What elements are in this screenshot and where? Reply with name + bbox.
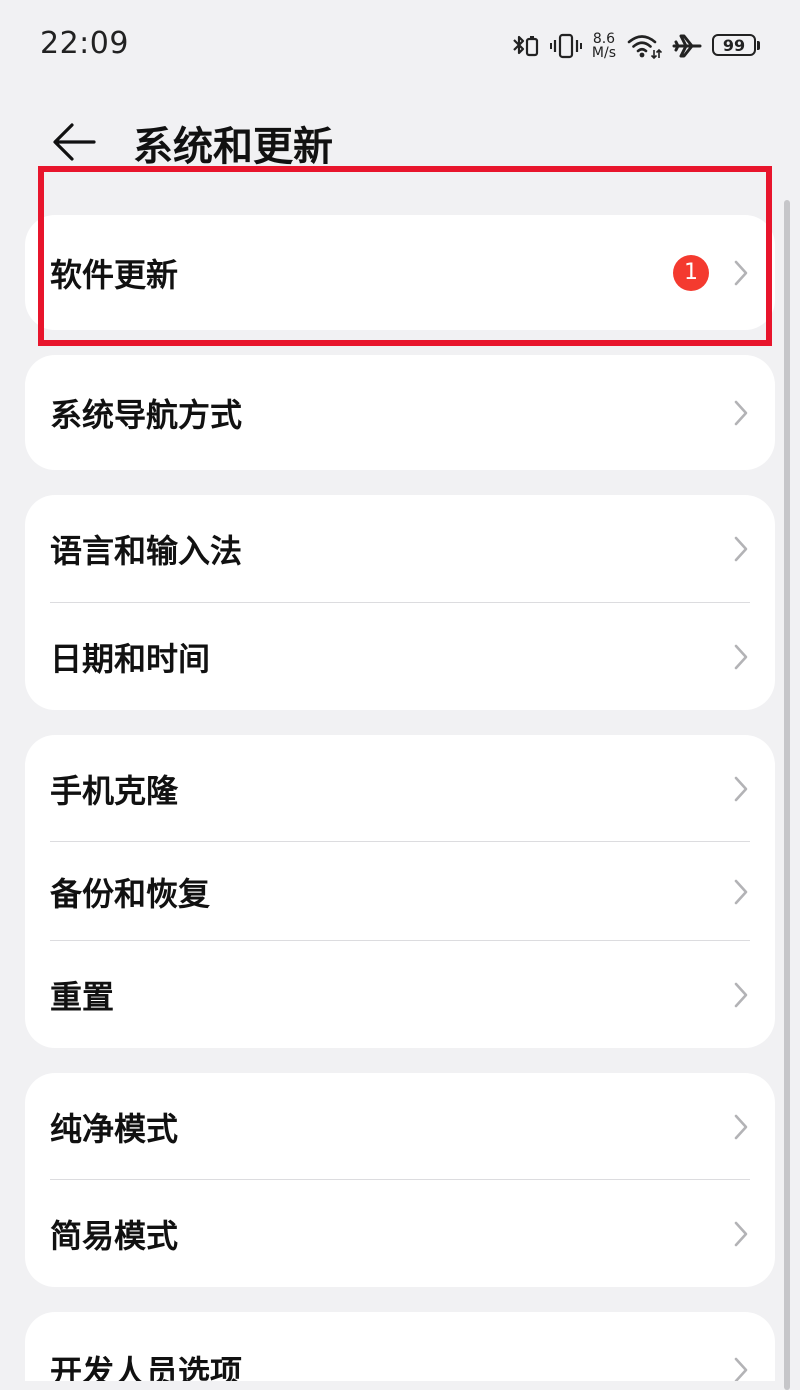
phone-clone-item[interactable]: 手机克隆 [25, 735, 775, 842]
settings-item-label: 纯净模式 [50, 1109, 179, 1148]
network-speed: 8.6 M/s [592, 32, 616, 60]
date-time-item[interactable]: 日期和时间 [25, 603, 775, 710]
settings-item-label: 手机克隆 [50, 771, 179, 810]
backup-restore-item[interactable]: 备份和恢复 [25, 842, 775, 941]
scrollbar[interactable] [784, 200, 790, 1390]
chevron-right-icon [734, 644, 748, 669]
back-arrow-icon[interactable] [50, 120, 98, 164]
chevron-right-icon [734, 1114, 748, 1139]
chevron-right-icon [734, 260, 748, 285]
chevron-right-icon [734, 879, 748, 904]
settings-group-developer: 开发人员选项 [25, 1312, 775, 1381]
settings-group-modes: 纯净模式 简易模式 [25, 1073, 775, 1287]
bluetooth-icon [510, 32, 540, 60]
chevron-right-icon [734, 982, 748, 1007]
battery-icon: 99 [712, 34, 760, 58]
settings-group-language-time: 语言和输入法 日期和时间 [25, 495, 775, 710]
developer-options-item[interactable]: 开发人员选项 [25, 1312, 775, 1381]
chevron-right-icon [734, 776, 748, 801]
airplane-icon [672, 32, 702, 60]
chevron-right-icon [734, 1357, 748, 1381]
settings-item-label: 简易模式 [50, 1216, 179, 1255]
settings-item-label: 软件更新 [50, 255, 179, 294]
settings-group-navigation: 系统导航方式 [25, 355, 775, 470]
settings-item-label: 备份和恢复 [50, 874, 211, 913]
page-title: 系统和更新 [133, 124, 333, 170]
settings-item-label: 开发人员选项 [50, 1352, 243, 1382]
chevron-right-icon [734, 536, 748, 562]
language-input-item[interactable]: 语言和输入法 [25, 495, 775, 603]
settings-item-label: 系统导航方式 [50, 395, 243, 434]
battery-level: 99 [712, 34, 756, 56]
settings-group-backup: 手机克隆 备份和恢复 重置 [25, 735, 775, 1048]
reset-item[interactable]: 重置 [25, 941, 775, 1048]
settings-item-label: 日期和时间 [50, 639, 211, 678]
status-time: 22:09 [40, 26, 129, 61]
update-count-badge: 1 [673, 254, 709, 291]
wifi-icon [626, 32, 662, 60]
network-speed-value: 8.6 [592, 31, 616, 47]
pure-mode-item[interactable]: 纯净模式 [25, 1073, 775, 1180]
chevron-right-icon [734, 1221, 748, 1246]
status-bar: 22:09 8.6 M/s 99 [0, 0, 800, 92]
chevron-right-icon [734, 400, 748, 425]
settings-item-label: 语言和输入法 [50, 532, 243, 570]
page-header: 系统和更新 [0, 100, 800, 180]
settings-item-label: 重置 [50, 977, 115, 1016]
settings-group-update: 软件更新 1 [25, 215, 775, 330]
status-icons: 8.6 M/s 99 [510, 30, 760, 62]
network-speed-unit: M/s [591, 45, 616, 61]
software-update-item[interactable]: 软件更新 1 [25, 215, 775, 330]
simple-mode-item[interactable]: 简易模式 [25, 1180, 775, 1287]
system-navigation-item[interactable]: 系统导航方式 [25, 355, 775, 470]
vibrate-icon [549, 32, 582, 60]
